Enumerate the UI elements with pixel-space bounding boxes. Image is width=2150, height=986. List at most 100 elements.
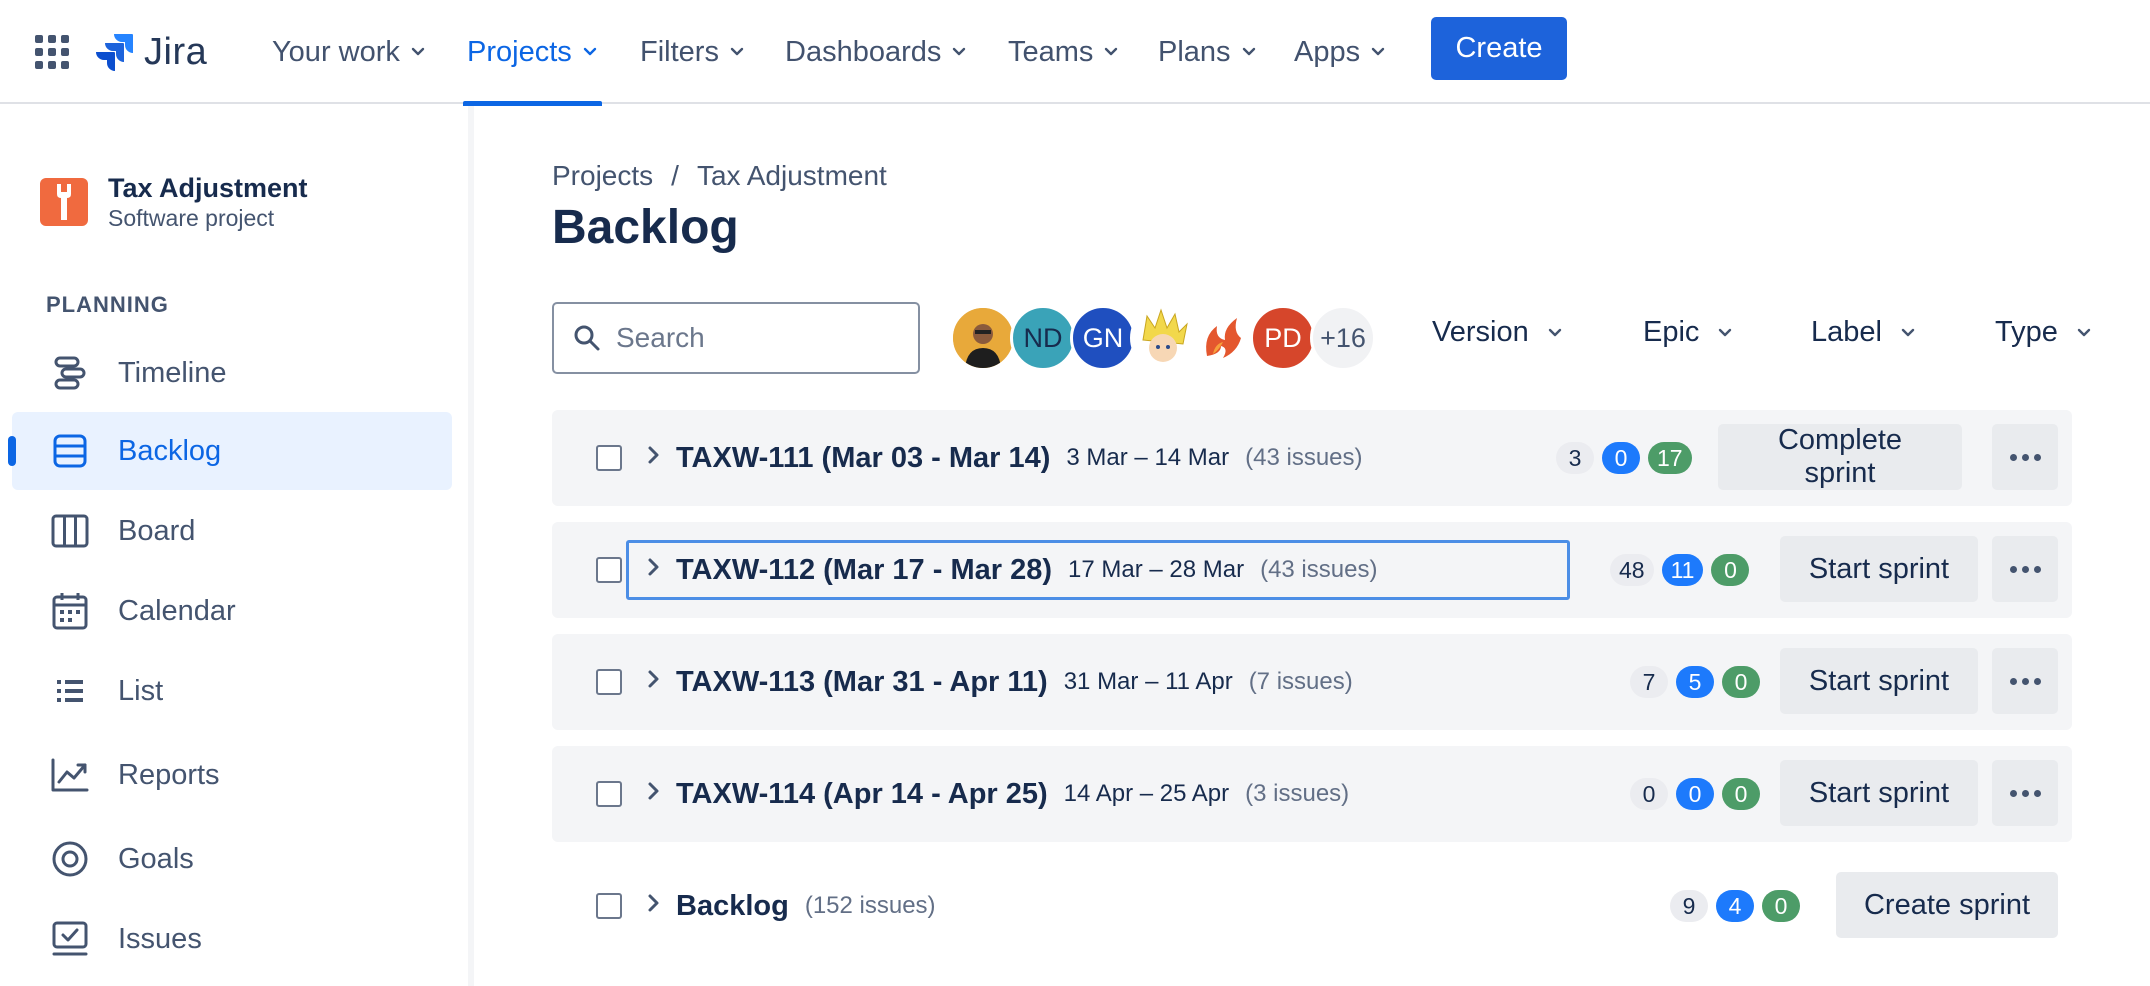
done-count-badge: 0 [1711,554,1750,586]
project-avatar-wrench-icon [40,178,88,226]
sprint-checkbox[interactable] [596,781,622,807]
in-progress-count-badge: 4 [1716,890,1754,922]
chevron-down-icon [1548,328,1561,336]
sprint-checkbox[interactable] [596,669,622,695]
app-switcher-grid-icon[interactable] [34,34,70,70]
sprint-header[interactable]: TAXW-112 (Mar 17 - Mar 28) 17 Mar – 28 M… [676,522,1377,618]
reports-icon [50,755,90,795]
todo-count-badge: 3 [1556,442,1594,474]
label-filter-label: Label [1811,316,1882,348]
todo-count-badge: 0 [1630,778,1668,810]
start-sprint-button[interactable]: Start sprint [1780,760,1978,826]
chevron-right-icon[interactable] [642,776,666,806]
version-filter[interactable]: Version [1432,316,1563,349]
avatar-cartoon[interactable] [1130,305,1196,371]
avatar-initials: ND [1023,322,1063,353]
epic-filter-label: Epic [1643,316,1700,348]
done-count-badge: 17 [1648,442,1692,474]
sprint-name: TAXW-111 (Mar 03 - Mar 14) [676,441,1051,474]
sidebar-item-timeline[interactable]: Timeline [12,334,452,412]
chevron-down-icon [583,47,596,56]
nav-dashboards[interactable]: Dashboards [785,0,967,104]
sprint-dates: 14 Apr – 25 Apr [1063,780,1230,807]
nav-projects[interactable]: Projects [463,0,602,106]
sidebar-item-label: Calendar [118,594,236,627]
project-header[interactable]: Tax Adjustment Software project [40,172,308,232]
sprint-header[interactable]: TAXW-111 (Mar 03 - Mar 14) 3 Mar – 14 Ma… [676,410,1363,506]
chevron-right-icon[interactable] [642,664,666,694]
chevron-down-icon [2077,328,2091,336]
sidebar-item-board[interactable]: Board [12,492,452,570]
sprint-status-counts: 0 0 0 [1630,778,1760,810]
sprint-checkbox[interactable] [596,557,622,583]
more-actions-icon[interactable] [1992,424,2058,490]
sprint-name: TAXW-112 (Mar 17 - Mar 28) [676,553,1052,586]
chevron-down-icon [1105,47,1118,56]
sidebar-item-reports[interactable]: Reports [12,736,452,814]
jira-logo[interactable]: Jira [96,28,207,76]
avatar-nd[interactable]: ND [1010,305,1076,371]
backlog-icon [50,431,90,471]
type-filter-label: Type [1995,316,2058,348]
sprint-header[interactable]: TAXW-114 (Apr 14 - Apr 25) 14 Apr – 25 A… [676,746,1349,842]
sidebar-item-label: List [118,674,164,707]
more-actions-icon[interactable] [1992,648,2058,714]
sidebar-item-backlog[interactable]: Backlog [8,412,452,490]
start-sprint-button[interactable]: Start sprint [1780,536,1978,602]
nav-your-work-label: Your work [272,35,400,68]
sidebar-item-label: Timeline [118,356,227,389]
in-progress-count-badge: 11 [1661,554,1704,586]
avatar-initials: PD [1264,322,1302,353]
sidebar-resize-handle[interactable] [468,106,474,986]
jira-logo-icon [96,34,133,71]
backlog-header[interactable]: Backlog (152 issues) [676,858,936,954]
version-filter-label: Version [1432,316,1529,348]
avatar-gn[interactable]: GN [1070,305,1136,371]
in-progress-count-badge: 0 [1602,442,1640,474]
avatar-pd[interactable]: PD [1250,305,1316,371]
sidebar-item-goals[interactable]: Goals [12,820,452,898]
nav-plans[interactable]: Plans [1158,0,1257,104]
sidebar-item-issues[interactable]: Issues [12,900,452,978]
avatar-phoenix[interactable] [1190,305,1256,371]
sidebar-item-list[interactable]: List [12,652,452,730]
timeline-icon [50,353,90,393]
search-input[interactable] [616,322,906,354]
issues-icon [50,919,90,959]
backlog-checkbox[interactable] [596,893,622,919]
chevron-down-icon [953,47,966,56]
avatar-initials: GN [1082,322,1124,353]
complete-sprint-button[interactable]: Complete sprint [1718,424,1962,490]
done-count-badge: 0 [1722,778,1760,810]
sprint-issue-count: (3 issues) [1245,780,1350,807]
breadcrumb-projects-link[interactable]: Projects [552,160,653,192]
start-sprint-button[interactable]: Start sprint [1780,648,1978,714]
create-button[interactable]: Create [1431,17,1567,80]
todo-count-badge: 7 [1630,666,1668,698]
search-field[interactable] [552,302,920,374]
chevron-right-icon[interactable] [642,888,666,918]
breadcrumb-project-link[interactable]: Tax Adjustment [697,160,887,192]
more-actions-icon[interactable] [1992,536,2058,602]
chevron-right-icon[interactable] [642,440,666,470]
nav-filters[interactable]: Filters [640,0,745,104]
chevron-right-icon[interactable] [642,552,666,582]
sprint-row: TAXW-112 (Mar 17 - Mar 28) 17 Mar – 28 M… [552,522,2072,618]
avatar-photo[interactable] [950,305,1016,371]
more-actions-icon[interactable] [1992,760,2058,826]
type-filter[interactable]: Type [1995,316,2092,349]
sprint-checkbox[interactable] [596,445,622,471]
calendar-icon [50,591,90,631]
board-icon [50,511,90,551]
avatar-overflow-button[interactable]: +16 [1310,305,1376,371]
nav-apps[interactable]: Apps [1294,0,1386,104]
label-filter[interactable]: Label [1811,316,1916,349]
epic-filter[interactable]: Epic [1643,316,1733,349]
nav-your-work[interactable]: Your work [272,0,426,104]
sidebar-item-calendar[interactable]: Calendar [12,572,452,650]
create-sprint-button[interactable]: Create sprint [1836,872,2058,938]
sprint-header[interactable]: TAXW-113 (Mar 31 - Apr 11) 31 Mar – 11 A… [676,634,1353,730]
chevron-down-icon [1371,47,1385,56]
nav-teams[interactable]: Teams [1008,0,1119,104]
chevron-down-icon [1242,47,1255,56]
